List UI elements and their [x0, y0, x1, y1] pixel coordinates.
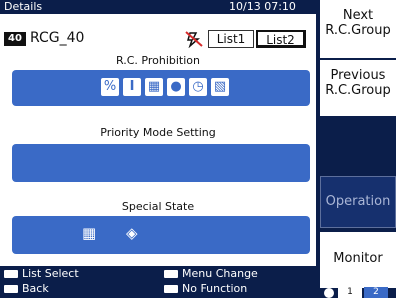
list-select-hint: List Select	[4, 267, 79, 280]
rc-prohibition-box: % I ▦ ● ◷ ▧	[12, 70, 310, 106]
special-state-title: Special State	[121, 200, 195, 213]
page-indicator-icon	[324, 288, 334, 298]
enter-key-icon	[164, 285, 178, 293]
timer-icon: ◷	[189, 78, 207, 96]
mode-icon: ▦	[145, 78, 163, 96]
ventilation-icon: ▧	[211, 78, 229, 96]
tab-list1[interactable]: List1	[208, 30, 254, 48]
no-function-hint: No Function	[164, 282, 247, 295]
title-bar: Details 10/13 07:10	[0, 0, 316, 14]
rc-prohibition-title: R.C. Prohibition	[115, 54, 200, 67]
page-next[interactable]: 2	[364, 287, 388, 298]
previous-group-button[interactable]: Previous R.C.Group	[320, 60, 396, 116]
details-panel: 40 RCG_40 List1 List2 R.C. Prohibition %…	[0, 14, 316, 266]
group-name: RCG_40	[30, 30, 85, 46]
page-current[interactable]: 1	[338, 287, 362, 298]
footer: List Select Back Menu Change No Function	[0, 266, 316, 298]
tab-list2[interactable]: List2	[256, 30, 306, 48]
defrost-icon: ▦	[82, 224, 97, 242]
thermo-icon: ◈	[126, 224, 138, 242]
menu-change-hint: Menu Change	[164, 267, 258, 280]
monitor-button[interactable]: Monitor	[320, 232, 396, 288]
on-off-icon: I	[123, 78, 141, 96]
arrow-keys-icon	[4, 270, 18, 278]
not-allowed-icon	[185, 31, 203, 48]
back-hint: Back	[4, 282, 49, 295]
back-key-icon	[4, 285, 18, 293]
special-state-box: ▦ ◈	[12, 216, 310, 254]
empty-slot	[320, 116, 396, 174]
menu-key-icon	[164, 270, 178, 278]
temperature-icon: %	[101, 78, 119, 96]
group-number-badge: 40	[4, 32, 26, 46]
lock-icon: ●	[167, 78, 185, 96]
next-group-button[interactable]: Next R.C.Group	[320, 0, 396, 58]
priority-mode-title: Priority Mode Setting	[100, 126, 216, 139]
datetime: 10/13 07:10	[229, 0, 296, 13]
priority-mode-box	[12, 144, 310, 182]
page-title: Details	[4, 0, 43, 13]
operation-button[interactable]: Operation	[320, 176, 396, 228]
